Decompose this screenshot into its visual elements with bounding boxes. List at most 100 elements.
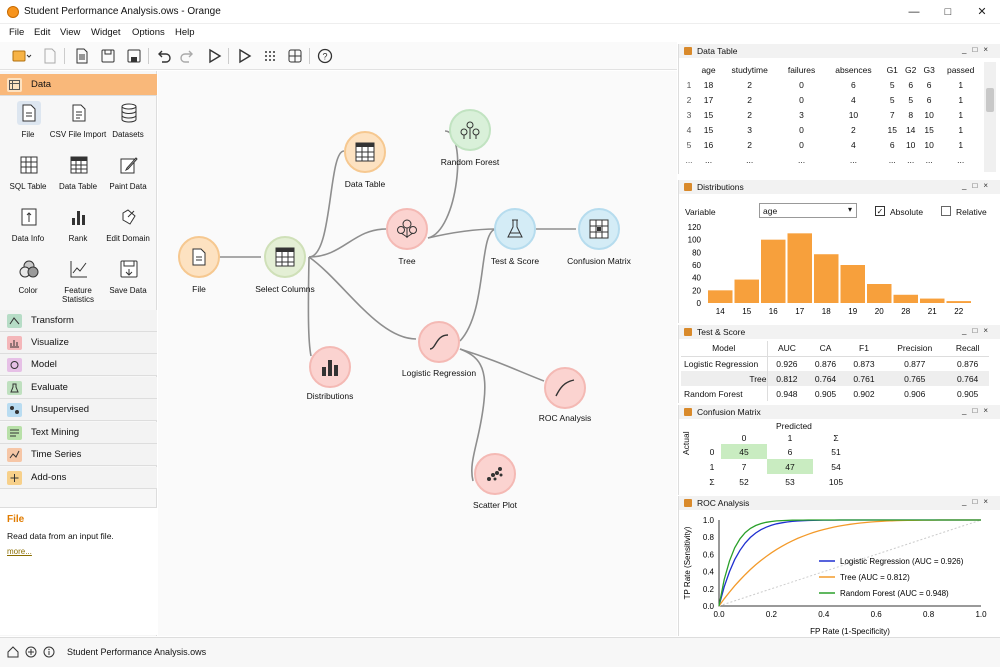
node-random-forest[interactable] bbox=[449, 109, 491, 151]
redo-button[interactable] bbox=[178, 47, 196, 65]
maximize-button[interactable]: □ bbox=[931, 2, 965, 22]
node-select-columns[interactable] bbox=[264, 236, 306, 278]
widget-color[interactable]: Color bbox=[3, 257, 53, 307]
table-row[interactable]: 5 16 2 0 4 6 10 10 1 bbox=[681, 137, 983, 152]
table-row[interactable]: 2 17 2 0 4 5 5 6 1 bbox=[681, 92, 983, 107]
table-row[interactable]: 1 18 2 0 6 5 6 6 1 bbox=[681, 77, 983, 92]
row-label: 0 bbox=[709, 446, 715, 457]
column-header[interactable]: studytime bbox=[720, 62, 779, 77]
category-data[interactable]: Data bbox=[0, 74, 157, 96]
workflow-canvas[interactable]: File Select Columns Data Table Random Fo… bbox=[158, 71, 677, 636]
category-text-mining[interactable]: Text Mining bbox=[0, 422, 157, 444]
widget-file[interactable]: File bbox=[3, 101, 53, 151]
column-header[interactable]: Model bbox=[681, 341, 768, 356]
save-button[interactable] bbox=[99, 47, 117, 65]
category-unsupervised[interactable]: Unsupervised bbox=[0, 399, 157, 421]
layout-icon bbox=[288, 49, 302, 63]
home-icon[interactable] bbox=[7, 646, 19, 660]
column-header[interactable]: Precision bbox=[883, 341, 946, 356]
new-file-button[interactable] bbox=[73, 47, 91, 65]
widget-save-data[interactable]: Save Data bbox=[103, 257, 153, 307]
widget-edit-domain[interactable]: Edit Domain bbox=[103, 205, 153, 255]
undo-button[interactable] bbox=[155, 47, 173, 65]
widget-rank[interactable]: Rank bbox=[53, 205, 103, 255]
node-distributions[interactable] bbox=[309, 346, 351, 388]
info-circle-icon[interactable] bbox=[43, 646, 55, 660]
run-button[interactable] bbox=[205, 47, 223, 65]
menu-options[interactable]: Options bbox=[132, 27, 165, 38]
dock-window-buttons[interactable]: _□× bbox=[962, 497, 994, 506]
node-data-table[interactable] bbox=[344, 131, 386, 173]
matrix-row: 1 7 47 54 bbox=[703, 459, 859, 474]
new-workflow-button[interactable] bbox=[10, 47, 34, 65]
menu-help[interactable]: Help bbox=[175, 27, 195, 38]
help-more-link[interactable]: more... bbox=[7, 547, 32, 556]
add-text-annotation-button[interactable] bbox=[286, 47, 304, 65]
minimize-button[interactable]: — bbox=[897, 2, 931, 22]
widget-feature-statistics[interactable]: Feature Statistics bbox=[53, 257, 103, 307]
node-confusion-matrix[interactable] bbox=[578, 208, 620, 250]
widget-sql-table[interactable]: SQL Table bbox=[3, 153, 53, 203]
menu-view[interactable]: View bbox=[60, 27, 80, 38]
open-recent-button[interactable] bbox=[41, 47, 59, 65]
run-all-button[interactable] bbox=[235, 47, 253, 65]
node-scatter-plot[interactable] bbox=[474, 453, 516, 495]
dock-title: Confusion Matrix bbox=[697, 407, 761, 417]
widget-data-info[interactable]: Data Info bbox=[3, 205, 53, 255]
scrollbar-thumb[interactable] bbox=[986, 88, 994, 112]
category-transform[interactable]: Transform bbox=[0, 310, 157, 332]
widget-csv-file-import[interactable]: CSV File Import bbox=[50, 101, 106, 151]
column-header[interactable]: failures bbox=[779, 62, 824, 77]
column-header[interactable]: F1 bbox=[845, 341, 883, 356]
row-index: 2 bbox=[686, 94, 692, 105]
table-row[interactable]: Tree 0.812 0.764 0.761 0.765 0.764 bbox=[681, 371, 989, 386]
category-label: Data bbox=[31, 79, 52, 90]
column-header[interactable]: passed bbox=[938, 62, 983, 77]
status-bar: Student Performance Analysis.ows bbox=[0, 637, 1000, 667]
category-evaluate[interactable]: Evaluate bbox=[0, 377, 157, 399]
dock-window-buttons[interactable]: _□× bbox=[962, 181, 994, 190]
dock-window-buttons[interactable]: _□× bbox=[962, 406, 994, 415]
column-header[interactable]: CA bbox=[806, 341, 844, 356]
node-logistic-regression[interactable] bbox=[418, 321, 460, 363]
widget-paint-data[interactable]: Paint Data bbox=[103, 153, 153, 203]
table-row[interactable]: 3 15 2 3 10 7 8 10 1 bbox=[681, 107, 983, 122]
widget-data-table[interactable]: Data Table bbox=[53, 153, 103, 203]
table-row[interactable]: ........................... bbox=[681, 152, 983, 167]
column-header[interactable]: G2 bbox=[901, 62, 919, 77]
category-add-ons[interactable]: Add-ons bbox=[0, 467, 157, 489]
table-row[interactable]: Logistic Regression 0.926 0.876 0.873 0.877 0… bbox=[681, 356, 989, 371]
category-model[interactable]: Model bbox=[0, 354, 157, 376]
node-file[interactable] bbox=[178, 236, 220, 278]
align-grid-button[interactable] bbox=[261, 47, 279, 65]
variable-select[interactable]: age ▾ bbox=[759, 203, 857, 218]
menu-file[interactable]: File bbox=[9, 27, 24, 38]
column-header[interactable]: G1 bbox=[883, 62, 901, 77]
matrix-cell: 51 bbox=[831, 446, 841, 457]
column-header[interactable]: AUC bbox=[767, 341, 806, 356]
dock-window-buttons[interactable]: _□× bbox=[962, 326, 994, 335]
column-header[interactable]: G3 bbox=[920, 62, 938, 77]
close-button[interactable]: ✕ bbox=[965, 2, 999, 22]
column-header[interactable]: age bbox=[697, 62, 720, 77]
widget-datasets[interactable]: Datasets bbox=[103, 101, 153, 151]
table-cell: 6 bbox=[889, 139, 895, 150]
column-header[interactable]: Recall bbox=[946, 341, 989, 356]
node-tree[interactable] bbox=[386, 208, 428, 250]
table-row[interactable]: 4 15 3 0 2 15 14 15 1 bbox=[681, 122, 983, 137]
category-time-series[interactable]: Time Series bbox=[0, 444, 157, 466]
column-header[interactable]: absences bbox=[824, 62, 883, 77]
menu-edit[interactable]: Edit bbox=[34, 27, 50, 38]
help-button[interactable]: ? bbox=[316, 47, 334, 65]
dock-window-buttons[interactable]: _□× bbox=[962, 45, 994, 54]
category-visualize[interactable]: Visualize bbox=[0, 332, 157, 354]
table-row[interactable]: Random Forest 0.948 0.905 0.902 0.906 0.905 bbox=[681, 386, 989, 401]
menu-widget[interactable]: Widget bbox=[91, 27, 121, 38]
node-roc-analysis[interactable] bbox=[544, 367, 586, 409]
add-icon[interactable] bbox=[25, 646, 37, 660]
save-as-button[interactable] bbox=[125, 47, 143, 65]
node-test-score[interactable] bbox=[494, 208, 536, 250]
vertical-scrollbar[interactable] bbox=[984, 62, 996, 172]
relative-checkbox[interactable] bbox=[941, 206, 951, 216]
absolute-checkbox[interactable]: ✓ bbox=[875, 206, 885, 216]
